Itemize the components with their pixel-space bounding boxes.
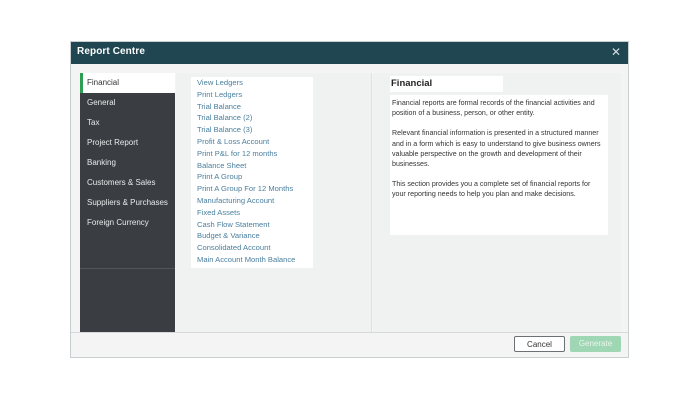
sidebar-item-banking[interactable]: Banking: [80, 153, 175, 173]
report-link-print-pl-12-months[interactable]: Print P&L for 12 months: [197, 148, 313, 160]
sidebar-divider: [80, 268, 175, 269]
report-link-view-ledgers[interactable]: View Ledgers: [197, 77, 313, 89]
report-link-trial-balance-3[interactable]: Trial Balance (3): [197, 124, 313, 136]
sidebar-item-project-report[interactable]: Project Report: [80, 133, 175, 153]
footer-divider: [71, 332, 628, 333]
description-title: Financial: [390, 76, 503, 92]
report-link-balance-sheet[interactable]: Balance Sheet: [197, 160, 313, 172]
sidebar-item-financial[interactable]: Financial: [80, 73, 175, 93]
report-link-trial-balance-2[interactable]: Trial Balance (2): [197, 112, 313, 124]
report-link-print-a-group[interactable]: Print A Group: [197, 171, 313, 183]
report-link-fixed-assets[interactable]: Fixed Assets: [197, 207, 313, 219]
report-list: View Ledgers Print Ledgers Trial Balance…: [191, 77, 313, 268]
sidebar-item-suppliers-purchases[interactable]: Suppliers & Purchases: [80, 193, 175, 213]
report-link-manufacturing-account[interactable]: Manufacturing Account: [197, 195, 313, 207]
description-paragraph: This section provides you a complete set…: [392, 180, 591, 199]
report-link-print-a-group-12-months[interactable]: Print A Group For 12 Months: [197, 183, 313, 195]
title-bar: Report Centre ✕: [71, 42, 628, 64]
sidebar-item-customers-sales[interactable]: Customers & Sales: [80, 173, 175, 193]
window-title: Report Centre: [77, 46, 145, 57]
report-centre-dialog: Report Centre ✕ Financial General Tax Pr…: [70, 41, 629, 358]
description-body: Financial reports are formal records of …: [390, 95, 608, 235]
description-paragraph: Financial reports are formal records of …: [392, 99, 595, 118]
description-paragraph: Relevant financial information is presen…: [392, 129, 601, 169]
report-link-cash-flow-statement[interactable]: Cash Flow Statement: [197, 219, 313, 231]
generate-button[interactable]: Generate: [570, 336, 621, 352]
report-link-print-ledgers[interactable]: Print Ledgers: [197, 89, 313, 101]
report-list-panel: View Ledgers Print Ledgers Trial Balance…: [176, 73, 372, 332]
description-panel: Financial Financial reports are formal r…: [373, 73, 621, 332]
report-link-main-account-month-balance[interactable]: Main Account Month Balance: [197, 254, 313, 266]
sidebar-item-tax[interactable]: Tax: [80, 113, 175, 133]
category-sidebar: Financial General Tax Project Report Ban…: [80, 73, 175, 332]
sidebar-item-general[interactable]: General: [80, 93, 175, 113]
report-link-budget-variance[interactable]: Budget & Variance: [197, 230, 313, 242]
report-link-trial-balance[interactable]: Trial Balance: [197, 101, 313, 113]
close-icon[interactable]: ✕: [610, 46, 622, 59]
report-link-consolidated-account[interactable]: Consolidated Account: [197, 242, 313, 254]
cancel-button[interactable]: Cancel: [514, 336, 565, 352]
report-link-profit-loss[interactable]: Profit & Loss Account: [197, 136, 313, 148]
sidebar-item-foreign-currency[interactable]: Foreign Currency: [80, 213, 175, 233]
